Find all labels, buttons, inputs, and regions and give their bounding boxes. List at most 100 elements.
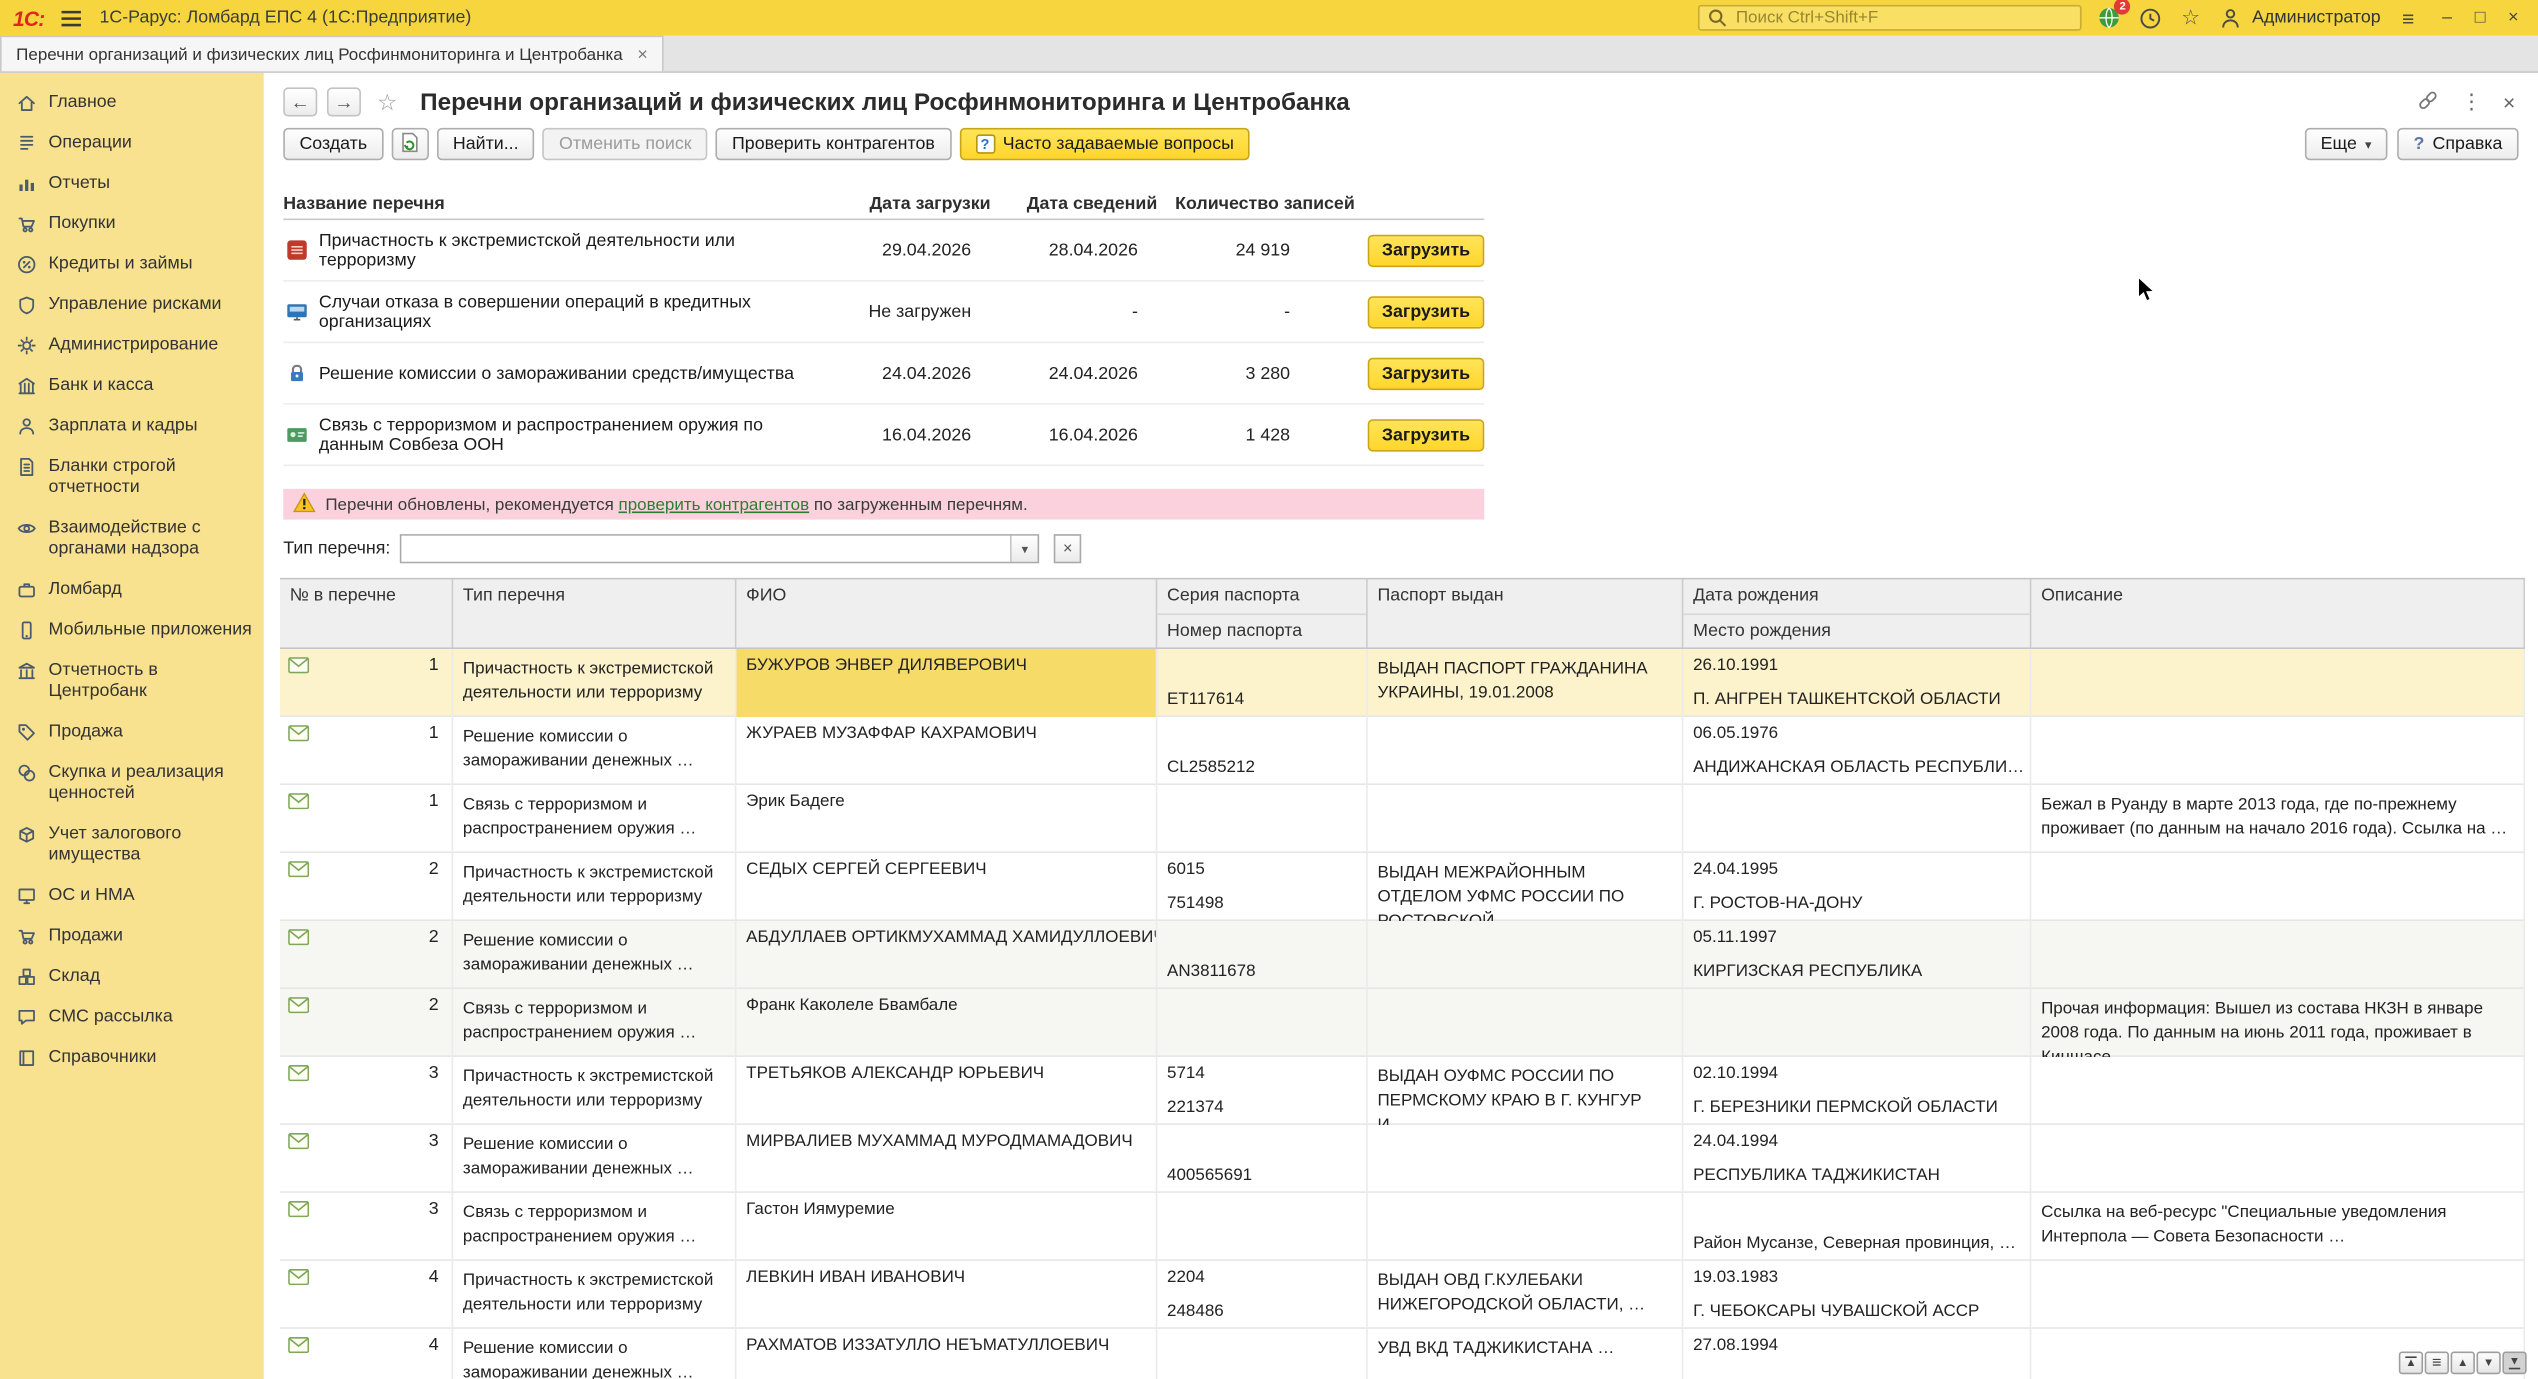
close-window-button[interactable]: × xyxy=(2508,8,2518,27)
main-menu-button[interactable] xyxy=(59,5,85,31)
record-birth-date: 26.10.1991 xyxy=(1693,655,1779,675)
favorite-star-icon[interactable]: ☆ xyxy=(377,88,397,116)
sidebar-item-os-nma[interactable]: ОС и НМА xyxy=(0,876,264,916)
table-row[interactable]: 3 Связь с терроризмом и распространением… xyxy=(280,1192,2526,1261)
history-icon[interactable] xyxy=(2137,5,2163,31)
search-input[interactable] xyxy=(1735,8,2073,28)
sidebar-item-centrobank-reporting[interactable]: Отчетность в Центробанк xyxy=(0,651,264,713)
more-button[interactable]: Еще ▾ xyxy=(2304,127,2388,161)
col-passport[interactable]: Серия паспорта Номер паспорта xyxy=(1157,579,1368,648)
col-load-date[interactable]: Дата загрузки xyxy=(842,193,1004,212)
load-button[interactable]: Загрузить xyxy=(1367,356,1485,390)
sidebar-item-sales[interactable]: Продажи xyxy=(0,916,264,956)
table-row[interactable]: 4 Решение комиссии о замораживании денеж… xyxy=(280,1328,2526,1379)
help-button[interactable]: ? Справка xyxy=(2397,127,2519,161)
table-menu-button[interactable]: ≡ xyxy=(2424,1351,2449,1375)
back-button[interactable]: ← xyxy=(283,87,318,117)
cancel-search-button[interactable]: Отменить поиск xyxy=(542,127,708,161)
sidebar-item-warehouse[interactable]: Склад xyxy=(0,957,264,997)
col-fio[interactable]: ФИО xyxy=(736,579,1158,648)
sidebar-item-administration[interactable]: Администрирование xyxy=(0,325,264,365)
col-passport-issued[interactable]: Паспорт выдан xyxy=(1368,579,1684,648)
faq-button[interactable]: ? Часто задаваемые вопросы xyxy=(959,127,1251,161)
list-row[interactable]: Решение комиссии о замораживании средств… xyxy=(283,343,1485,405)
filter-label: Тип перечня: xyxy=(283,539,391,559)
col-records-count[interactable]: Количество записей xyxy=(1174,193,1355,212)
record-birth-place: П. АНГРЕН ТАШКЕНТСКОЙ ОБЛАСТИ xyxy=(1693,689,2001,709)
list-name[interactable]: Причастность к экстремистской деятельнос… xyxy=(319,231,826,270)
sidebar-item-operations[interactable]: Операции xyxy=(0,123,264,163)
table-row[interactable]: 1 Связь с терроризмом и распространением… xyxy=(280,785,2526,854)
clear-filter-button[interactable]: × xyxy=(1053,534,1082,564)
col-description[interactable]: Описание xyxy=(2031,579,2526,648)
sidebar-item-salary-hr[interactable]: Зарплата и кадры xyxy=(0,406,264,446)
table-row[interactable]: 3 Причастность к экстремистской деятельн… xyxy=(280,1056,2526,1125)
discussions-globe-icon[interactable]: 2 xyxy=(2097,0,2131,31)
col-birth[interactable]: Дата рождения Место рождения xyxy=(1683,579,2032,648)
un-list-icon xyxy=(286,424,307,445)
table-row[interactable]: 4 Причастность к экстремистской деятельн… xyxy=(280,1260,2526,1329)
list-row[interactable]: Связь с терроризмом и распространением о… xyxy=(283,405,1485,467)
service-menu-icon[interactable]: ≡ xyxy=(2395,5,2421,31)
link-icon[interactable] xyxy=(2417,88,2440,116)
maximize-button[interactable]: □ xyxy=(2475,8,2486,27)
sidebar-item-bank-cash[interactable]: Банк и касса xyxy=(0,366,264,406)
combo-dropdown-icon[interactable]: ▾ xyxy=(1010,535,1038,562)
scroll-first-button[interactable]: ▲ xyxy=(2398,1351,2424,1375)
record-envelope-icon xyxy=(288,929,310,946)
table-row[interactable]: 2 Связь с терроризмом и распространением… xyxy=(280,988,2526,1057)
tab-perechni[interactable]: Перечни организаций и физических лиц Рос… xyxy=(0,35,664,72)
favorites-star-icon[interactable]: ☆ xyxy=(2178,5,2204,31)
global-search[interactable] xyxy=(1698,4,2083,31)
forward-button[interactable]: → xyxy=(326,87,361,117)
col-list-name[interactable]: Название перечня xyxy=(283,193,841,212)
list-type-combobox[interactable]: ▾ xyxy=(400,534,1040,564)
list-name[interactable]: Случаи отказа в совершении операций в кр… xyxy=(319,292,826,331)
list-row[interactable]: Случаи отказа в совершении операций в кр… xyxy=(283,282,1485,344)
scroll-up-button[interactable]: ▲ xyxy=(2450,1351,2475,1375)
record-envelope-icon xyxy=(288,793,310,810)
sidebar-item-credits-loans[interactable]: Кредиты и займы xyxy=(0,244,264,284)
load-button[interactable]: Загрузить xyxy=(1367,233,1485,267)
sidebar-item-mobile-apps[interactable]: Мобильные приложения xyxy=(0,610,264,650)
list-name[interactable]: Решение комиссии о замораживании средств… xyxy=(319,363,794,382)
table-row[interactable]: 1 Причастность к экстремистской деятельн… xyxy=(280,649,2526,718)
current-user[interactable]: Администратор xyxy=(2218,5,2381,31)
sidebar-item-buyup[interactable]: Скупка и реализация ценностей xyxy=(0,753,264,815)
list-name[interactable]: Связь с терроризмом и распространением о… xyxy=(319,415,826,454)
scroll-down-button[interactable]: ▼ xyxy=(2476,1351,2501,1375)
sidebar-item-strict-forms[interactable]: Бланки строгой отчетности xyxy=(0,447,264,509)
col-type[interactable]: Тип перечня xyxy=(453,579,737,648)
load-button[interactable]: Загрузить xyxy=(1367,418,1485,451)
load-button[interactable]: Загрузить xyxy=(1367,295,1485,328)
sidebar-item-reports[interactable]: Отчеты xyxy=(0,163,264,203)
table-row[interactable]: 3 Решение комиссии о замораживании денеж… xyxy=(280,1124,2526,1193)
table-row[interactable]: 1 Решение комиссии о замораживании денеж… xyxy=(280,717,2526,786)
list-row[interactable]: Причастность к экстремистской деятельнос… xyxy=(283,220,1485,282)
sidebar-item-catalogs[interactable]: Справочники xyxy=(0,1038,264,1078)
sidebar-item-purchases[interactable]: Покупки xyxy=(0,204,264,244)
sidebar-item-main[interactable]: Главное xyxy=(0,83,264,123)
list-type-input[interactable] xyxy=(401,535,1011,562)
table-row[interactable]: 2 Причастность к экстремистской деятельн… xyxy=(280,853,2526,921)
update-lists-button[interactable] xyxy=(391,127,429,161)
sidebar-item-lombard[interactable]: Ломбард xyxy=(0,570,264,610)
sidebar-item-pledge-accounting[interactable]: Учет залогового имущества xyxy=(0,814,264,876)
sidebar-item-risk-management[interactable]: Управление рисками xyxy=(0,285,264,325)
close-page-icon[interactable]: × xyxy=(2503,90,2515,114)
sidebar-item-sale[interactable]: Продажа xyxy=(0,712,264,752)
minimize-button[interactable]: – xyxy=(2442,8,2452,27)
create-button[interactable]: Создать xyxy=(283,127,384,161)
sidebar-item-sms[interactable]: СМС рассылка xyxy=(0,997,264,1037)
sidebar-item-supervision[interactable]: Взаимодействие с органами надзора xyxy=(0,508,264,570)
check-counterparties-button[interactable]: Проверить контрагентов xyxy=(715,127,952,161)
scroll-last-button[interactable]: ▼ xyxy=(2502,1351,2527,1375)
find-button[interactable]: Найти... xyxy=(436,127,535,161)
more-menu-icon[interactable]: ⋮ xyxy=(2461,89,2482,115)
col-num[interactable]: № в перечне xyxy=(280,579,454,648)
window-controls: – □ × xyxy=(2442,8,2525,27)
table-row[interactable]: 2 Решение комиссии о замораживании денеж… xyxy=(280,920,2526,989)
check-counterparties-link[interactable]: проверить контрагентов xyxy=(619,494,810,513)
col-info-date[interactable]: Дата сведений xyxy=(1004,193,1174,212)
tab-close-icon[interactable]: × xyxy=(637,45,647,64)
